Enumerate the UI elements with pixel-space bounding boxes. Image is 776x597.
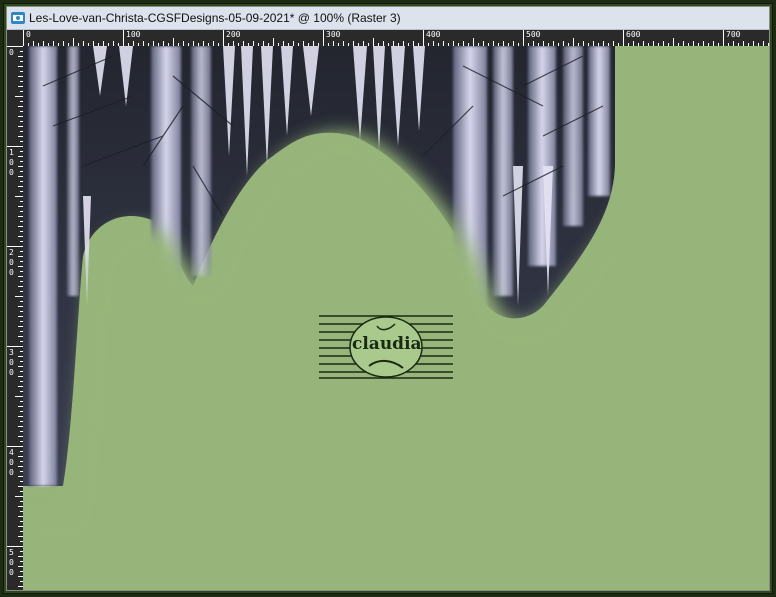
vruler-label-100: 100 — [9, 148, 14, 177]
vertical-ruler[interactable]: 0 100 200 300 400 500 — [7, 46, 23, 590]
vruler-label-0: 0 — [9, 48, 14, 57]
ruler-label-500: 500 — [526, 30, 541, 39]
watermark-text: claudia — [352, 334, 422, 354]
ruler-label-700: 700 — [726, 30, 741, 39]
ruler-corner — [7, 30, 23, 46]
claudia-watermark: claudia — [319, 314, 453, 380]
ruler-label-600: 600 — [626, 30, 641, 39]
vruler-label-400: 400 — [9, 448, 14, 477]
vruler-label-300: 300 — [9, 348, 14, 377]
ruler-label-100: 100 — [126, 30, 141, 39]
title-bar[interactable]: Les-Love-van-Christa-CGSFDesigns-05-09-2… — [7, 7, 769, 30]
window-title: Les-Love-van-Christa-CGSFDesigns-05-09-2… — [29, 11, 401, 25]
ruler-label-300: 300 — [326, 30, 341, 39]
paintshop-document-icon — [11, 12, 25, 24]
ruler-label-200: 200 — [226, 30, 241, 39]
vruler-label-200: 200 — [9, 248, 14, 277]
ruler-label-0: 0 — [26, 30, 31, 39]
image-canvas[interactable]: claudia — [23, 46, 769, 590]
vruler-label-500: 500 — [9, 548, 14, 577]
horizontal-ruler[interactable]: 0 100 200 300 400 500 600 700 — [23, 30, 769, 46]
ruler-label-400: 400 — [426, 30, 441, 39]
image-document-window[interactable]: Les-Love-van-Christa-CGSFDesigns-05-09-2… — [6, 6, 770, 591]
vertical-ruler-ticks — [7, 46, 23, 587]
